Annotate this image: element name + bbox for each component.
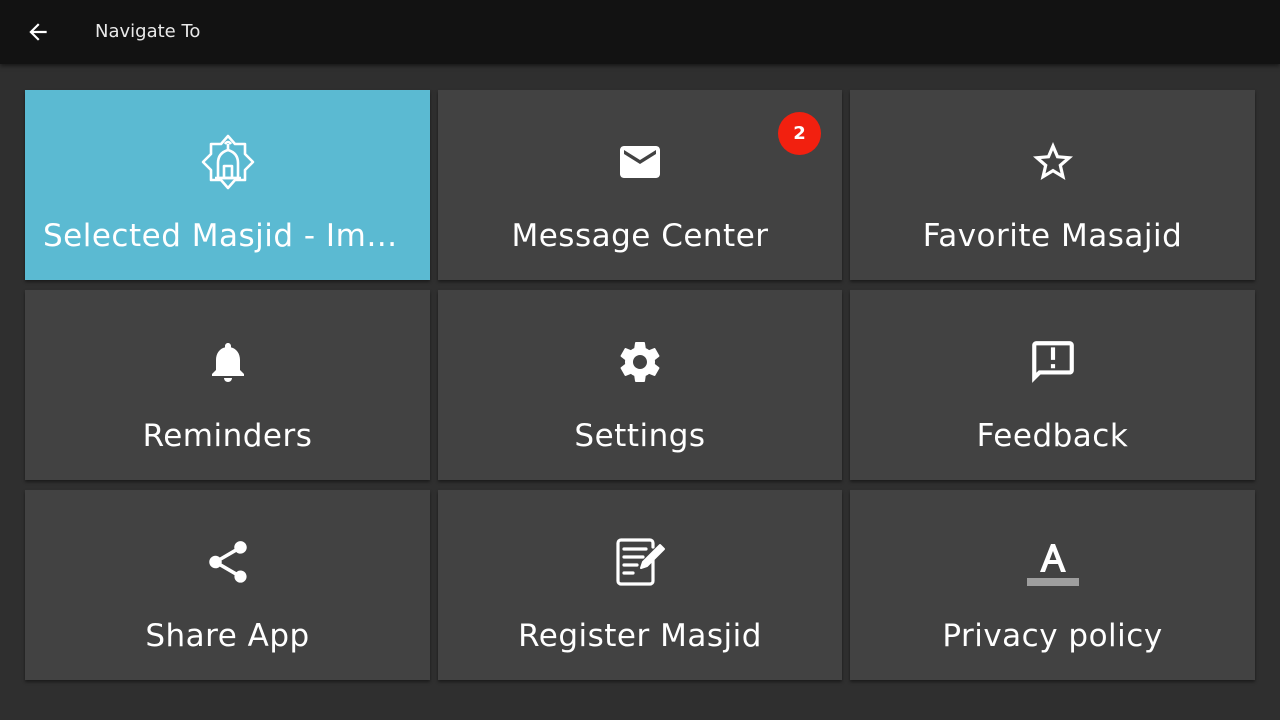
tile-label: Feedback [976,418,1129,454]
tile-label: Selected Masjid - Imam Ali Mosque [43,218,412,254]
tile-settings[interactable]: Settings [438,290,842,480]
masjid-icon [201,134,254,190]
share-icon [208,541,247,583]
gear-icon [620,342,660,382]
tile-label: Reminders [142,418,313,454]
tile-privacy-policy[interactable]: Privacy policy [850,490,1255,680]
navigation-grid: Selected Masjid - Imam Ali Mosque 2 Mess… [25,90,1255,680]
tile-label: Settings [574,418,706,454]
text-format-icon [1026,544,1079,586]
tile-selected-masjid[interactable]: Selected Masjid - Imam Ali Mosque [25,90,430,280]
bell-icon [211,343,244,382]
tile-register-masjid[interactable]: Register Masjid [438,490,842,680]
tile-feedback[interactable]: Feedback [850,290,1255,480]
back-button[interactable] [18,12,58,52]
tile-favorite-masajid[interactable]: Favorite Masajid [850,90,1255,280]
top-app-bar: Navigate To [0,0,1280,64]
tile-label: Register Masjid [518,618,762,654]
tile-label: Privacy policy [942,618,1163,654]
tile-message-center[interactable]: 2 Message Center [438,90,842,280]
envelope-icon [620,146,660,178]
star-icon [1032,142,1073,180]
edit-form-icon [616,538,665,586]
tile-reminders[interactable]: Reminders [25,290,430,480]
unread-count-badge: 2 [778,112,821,155]
tile-label: Message Center [511,218,769,254]
tile-share-app[interactable]: Share App [25,490,430,680]
page-title: Navigate To [95,21,201,42]
tile-label: Share App [145,618,310,654]
feedback-icon [1031,341,1074,383]
arrow-left-icon [29,23,47,41]
tile-label: Favorite Masajid [922,218,1183,254]
